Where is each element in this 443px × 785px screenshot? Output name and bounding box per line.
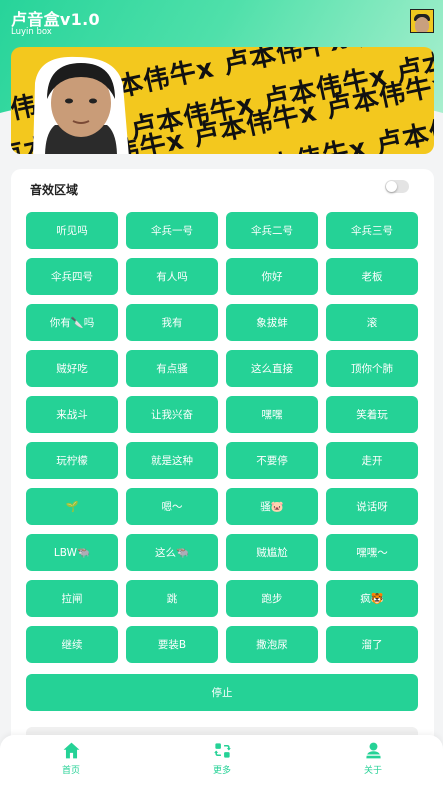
sound-button[interactable]: 跑步 — [226, 580, 318, 617]
sound-button[interactable]: 你好 — [226, 258, 318, 295]
sound-button[interactable]: 我有 — [126, 304, 218, 341]
tab-label: 关于 — [363, 766, 382, 776]
sound-button[interactable]: 听见吗 — [26, 212, 118, 249]
sound-button[interactable]: 骚🐷 — [226, 488, 318, 525]
tab-label: 更多 — [212, 766, 231, 776]
sound-button[interactable]: 笑着玩 — [326, 396, 418, 433]
sound-button[interactable]: 🌱 — [26, 488, 118, 525]
sound-button[interactable]: 嗯～ — [126, 488, 218, 525]
sound-button[interactable]: 这么直接 — [226, 350, 318, 387]
sound-button[interactable]: 伞兵二号 — [226, 212, 318, 249]
sound-button[interactable]: 疯🐯 — [326, 580, 418, 617]
sound-button[interactable]: 来战斗 — [26, 396, 118, 433]
tab-home[interactable]: 首页 — [31, 741, 111, 781]
bottom-tab-bar: 首页 更多 关于 — [0, 735, 443, 785]
sound-button[interactable]: 象拔蚌 — [226, 304, 318, 341]
swap-icon — [213, 743, 231, 758]
sound-button[interactable]: 伞兵四号 — [26, 258, 118, 295]
sound-button[interactable]: 要装B — [126, 626, 218, 663]
sound-button[interactable]: 撒泡尿 — [226, 626, 318, 663]
banner-portrait — [33, 56, 129, 154]
section-title: 音效区域 — [30, 183, 79, 197]
user-icon — [365, 742, 381, 759]
sound-button[interactable]: 贼尴尬 — [226, 534, 318, 571]
sound-button[interactable]: 贼好吃 — [26, 350, 118, 387]
sound-button[interactable]: 让我兴奋 — [126, 396, 218, 433]
sound-toggle[interactable] — [385, 180, 409, 193]
sound-button[interactable]: 就是这种 — [126, 442, 218, 479]
sound-button[interactable]: 滚 — [326, 304, 418, 341]
sound-button[interactable]: 这么🐃 — [126, 534, 218, 571]
sound-button[interactable]: 有人吗 — [126, 258, 218, 295]
app-subtitle: Luyin box — [11, 27, 52, 37]
banner-image: 卢本伟牛x 卢本伟牛x 卢本伟牛x 卢本伟牛x 卢本伟牛x 卢本伟牛x 卢本伟牛… — [11, 47, 434, 154]
sound-button[interactable]: LBW🐃 — [26, 534, 118, 571]
sound-button[interactable]: 有点骚 — [126, 350, 218, 387]
stop-button[interactable]: 停止 — [26, 674, 418, 711]
sound-button[interactable]: 伞兵一号 — [126, 212, 218, 249]
sound-button-grid: 听见吗 伞兵一号 伞兵二号 伞兵三号伞兵四号 有人吗 你好 老板你有🔪吗 我有 象拔蚌滚贼好吃有… — [26, 212, 418, 663]
sound-button[interactable]: 玩柠檬 — [26, 442, 118, 479]
sound-button[interactable]: 拉闸 — [26, 580, 118, 617]
sound-button[interactable]: 不要停 — [226, 442, 318, 479]
home-icon — [63, 742, 79, 759]
tab-about[interactable]: 关于 — [333, 741, 413, 781]
sound-button[interactable]: 顶你个肺 — [326, 350, 418, 387]
avatar[interactable] — [410, 9, 434, 33]
sound-button[interactable]: 嘿嘿 — [226, 396, 318, 433]
sound-button[interactable]: 伞兵三号 — [326, 212, 418, 249]
tab-more[interactable]: 更多 — [182, 741, 262, 781]
tab-label: 首页 — [61, 766, 80, 776]
sound-button[interactable]: 溜了 — [326, 626, 418, 663]
sound-button[interactable]: 老板 — [326, 258, 418, 295]
sound-button[interactable]: 嘿嘿～ — [326, 534, 418, 571]
sound-button[interactable]: 走开 — [326, 442, 418, 479]
sound-button[interactable]: 继续 — [26, 626, 118, 663]
sound-button[interactable]: 说话呀 — [326, 488, 418, 525]
sound-button[interactable]: 跳 — [126, 580, 218, 617]
sound-button[interactable]: 你有🔪吗 — [26, 304, 118, 341]
sound-panel: 音效区域 听见吗 伞兵一号 伞兵二号 伞兵三号伞兵四号 有人吗 你好 老板你有🔪吗 我有 象拔蚌… — [11, 169, 434, 749]
